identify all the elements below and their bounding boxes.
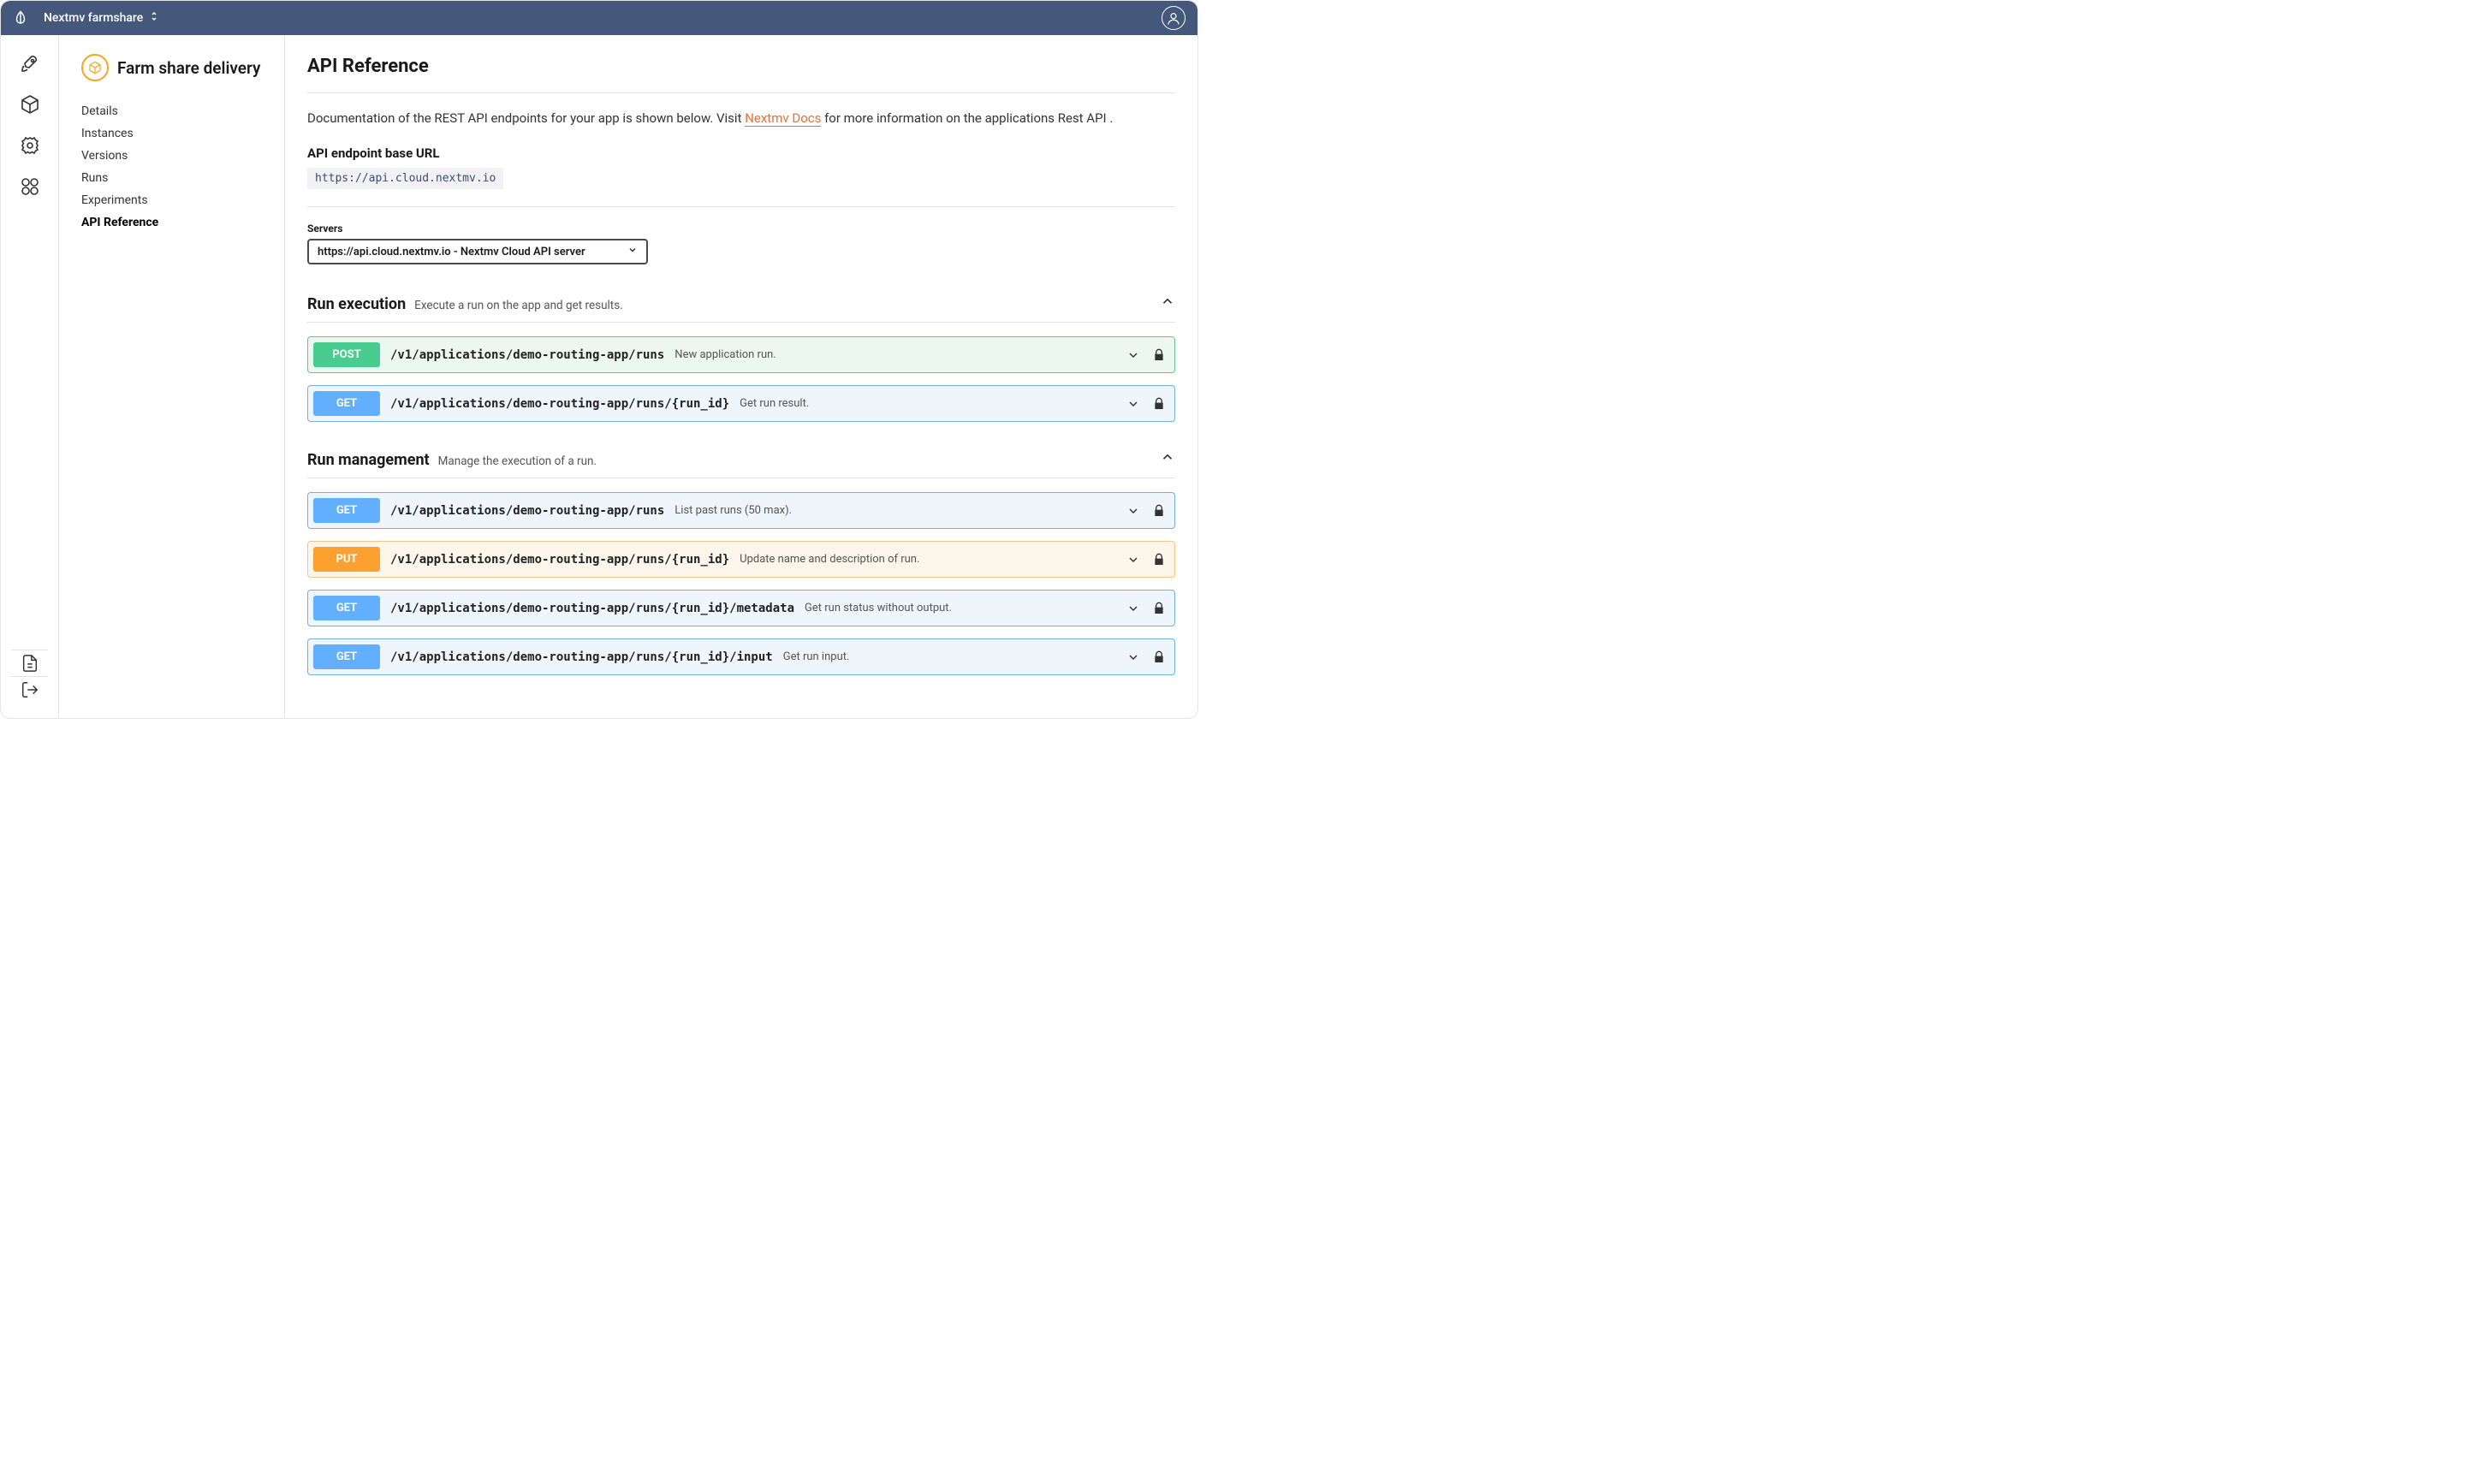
lock-icon[interactable] [1152,602,1166,615]
api-description: Documentation of the REST API endpoints … [307,109,1175,128]
section-title: Run execution [307,295,406,313]
servers-label: Servers [307,223,1175,234]
grid-icon[interactable] [19,175,41,198]
endpoint-path: /v1/applications/demo-routing-app/runs/{… [390,650,773,664]
server-selected-text: https://api.cloud.nextmv.io - Nextmv Clo… [318,246,585,258]
endpoint-path: /v1/applications/demo-routing-app/runs/{… [390,602,794,615]
endpoint-path: /v1/applications/demo-routing-app/runs/{… [390,553,729,567]
lock-icon[interactable] [1152,553,1166,567]
org-name: Nextmv farmshare [44,11,143,25]
method-badge: GET [313,644,380,669]
endpoint-row[interactable]: POST /v1/applications/demo-routing-app/r… [307,336,1175,373]
rocket-icon[interactable] [19,52,41,74]
sidebar-header: Farm share delivery [81,54,262,81]
divider [307,322,1175,323]
endpoint-desc: List past runs (50 max). [674,504,792,517]
endpoint-row[interactable]: GET /v1/applications/demo-routing-app/ru… [307,590,1175,626]
endpoint-path: /v1/applications/demo-routing-app/runs/{… [390,397,729,411]
lock-icon[interactable] [1152,348,1166,362]
method-badge: GET [313,498,380,523]
main-content: API Reference Documentation of the REST … [285,35,1197,718]
method-badge: POST [313,342,380,367]
endpoint-desc: Get run result. [740,397,809,410]
app-name: Farm share delivery [117,58,260,78]
divider [307,206,1175,207]
chevron-down-icon [627,245,638,258]
section-header[interactable]: Run management Manage the execution of a… [307,449,1175,478]
gear-icon[interactable] [19,134,41,157]
lock-icon[interactable] [1152,504,1166,518]
nav-versions[interactable]: Versions [81,145,262,167]
topbar: Nextmv farmshare [1,1,1197,35]
endpoint-desc: Get run input. [783,650,850,663]
nav-details[interactable]: Details [81,100,262,122]
logout-icon[interactable] [19,677,41,703]
nav-experiments[interactable]: Experiments [81,189,262,211]
divider [307,92,1175,93]
icon-rail [1,35,59,718]
endpoint-row[interactable]: GET /v1/applications/demo-routing-app/ru… [307,385,1175,422]
method-badge: GET [313,596,380,620]
cube-icon[interactable] [19,93,41,116]
section-header[interactable]: Run execution Execute a run on the app a… [307,294,1175,322]
chevron-down-icon [1126,650,1140,664]
method-badge: GET [313,391,380,416]
desc-text-1: Documentation of the REST API endpoints … [307,110,745,126]
endpoint-row[interactable]: GET /v1/applications/demo-routing-app/ru… [307,492,1175,529]
app-cube-icon [81,54,109,81]
base-url-label: API endpoint base URL [307,145,1175,161]
desc-text-2: for more information on the applications… [821,110,1113,126]
section-title: Run management [307,451,430,469]
method-badge: PUT [313,547,380,572]
chevron-up-icon [1160,449,1175,465]
server-select[interactable]: https://api.cloud.nextmv.io - Nextmv Clo… [307,239,648,264]
section-sub: Manage the execution of a run. [438,454,597,468]
chevron-down-icon [1126,602,1140,615]
endpoint-row[interactable]: PUT /v1/applications/demo-routing-app/ru… [307,541,1175,578]
endpoint-path: /v1/applications/demo-routing-app/runs [390,504,664,518]
section-sub: Execute a run on the app and get results… [414,299,623,312]
base-url-value: https://api.cloud.nextmv.io [307,168,503,189]
section-run-execution: Run execution Execute a run on the app a… [307,294,1175,422]
sort-icon [150,10,158,26]
org-switcher[interactable]: Nextmv farmshare [44,10,158,26]
endpoint-path: /v1/applications/demo-routing-app/runs [390,348,664,362]
nav-runs[interactable]: Runs [81,167,262,189]
endpoint-desc: Update name and description of run. [740,553,919,566]
chevron-up-icon [1160,294,1175,309]
sidebar: Farm share delivery Details Instances Ve… [59,35,285,718]
nav-instances[interactable]: Instances [81,122,262,145]
user-avatar[interactable] [1162,6,1185,30]
docs-link[interactable]: Nextmv Docs [745,110,821,127]
lock-icon[interactable] [1152,650,1166,664]
endpoint-desc: New application run. [674,348,775,361]
chevron-down-icon [1126,504,1140,518]
page-title: API Reference [307,56,1175,77]
endpoint-row[interactable]: GET /v1/applications/demo-routing-app/ru… [307,638,1175,675]
lock-icon[interactable] [1152,397,1166,411]
brand-logo [13,10,28,26]
chevron-down-icon [1126,397,1140,411]
nav-api-reference[interactable]: API Reference [81,211,262,234]
section-run-management: Run management Manage the execution of a… [307,449,1175,675]
endpoint-desc: Get run status without output. [805,602,952,614]
chevron-down-icon [1126,553,1140,567]
chevron-down-icon [1126,348,1140,362]
document-icon[interactable] [19,650,41,676]
